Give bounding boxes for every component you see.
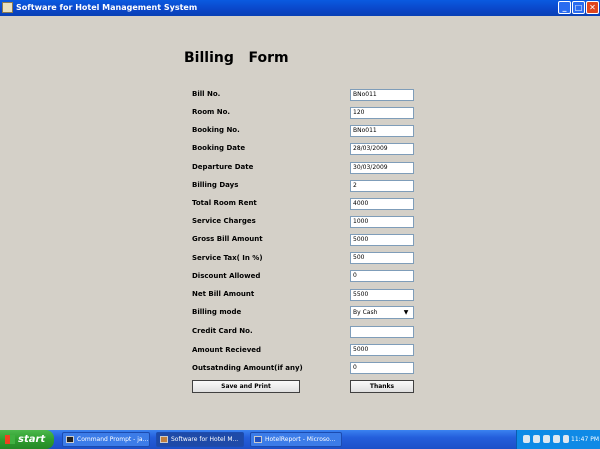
booking-no-label: Booking No. <box>192 126 240 134</box>
room-no-label: Room No. <box>192 108 231 116</box>
discount-allowed-label: Discount Allowed <box>192 272 261 280</box>
tray-icon[interactable] <box>553 435 560 443</box>
discount-allowed-field[interactable]: 0 <box>350 270 414 282</box>
booking-date-label: Booking Date <box>192 144 246 152</box>
form-title: Billing Form <box>184 50 289 66</box>
booking-no-field[interactable]: BNo011 <box>350 125 414 137</box>
taskbar-item-hotel-report[interactable]: HotelReport - Microso... <box>250 432 342 447</box>
java-app-icon <box>160 436 168 443</box>
departure-date-label: Departure Date <box>192 163 254 171</box>
taskbar: start Command Prompt - ja... Software fo… <box>0 430 600 449</box>
command-prompt-icon <box>66 436 74 443</box>
taskbar-item-command-prompt[interactable]: Command Prompt - ja... <box>62 432 150 447</box>
service-tax-field[interactable]: 500 <box>350 252 414 264</box>
taskbar-item-label: HotelReport - Microso... <box>265 436 336 443</box>
dropdown-arrow-icon[interactable]: ▼ <box>400 308 412 317</box>
start-label: start <box>18 434 46 445</box>
start-button[interactable]: start <box>0 430 54 449</box>
amount-received-field[interactable]: 5000 <box>350 344 414 356</box>
word-document-icon <box>254 436 262 443</box>
room-no-field[interactable]: 120 <box>350 107 414 119</box>
billing-days-field[interactable]: 2 <box>350 180 414 192</box>
booking-date-field[interactable]: 28/03/2009 <box>350 143 414 155</box>
bill-no-field[interactable]: BNo011 <box>350 89 414 101</box>
taskbar-item-hotel-software[interactable]: Software for Hotel M... <box>156 432 244 447</box>
billing-form-panel: Billing Form Bill No. BNo011 Room No. 12… <box>0 16 600 430</box>
thanks-button[interactable]: Thanks <box>350 380 414 393</box>
title-bar[interactable]: Software for Hotel Management System _ □… <box>0 0 600 16</box>
net-bill-amount-label: Net Bill Amount <box>192 290 255 298</box>
credit-card-no-field[interactable] <box>350 326 414 338</box>
gross-bill-amount-label: Gross Bill Amount <box>192 235 263 243</box>
billing-mode-label: Billing mode <box>192 308 242 316</box>
window-title: Software for Hotel Management System <box>16 3 198 12</box>
billing-days-label: Billing Days <box>192 181 239 189</box>
total-room-rent-label: Total Room Rent <box>192 199 257 207</box>
close-button[interactable]: ✕ <box>586 1 599 14</box>
tray-icon[interactable] <box>543 435 550 443</box>
gross-bill-amount-field[interactable]: 5000 <box>350 234 414 246</box>
net-bill-amount-field[interactable]: 5500 <box>350 289 414 301</box>
clock[interactable]: 11:47 PM <box>571 430 599 449</box>
total-room-rent-field[interactable]: 4000 <box>350 198 414 210</box>
amount-received-label: Amount Recieved <box>192 346 262 354</box>
maximize-button[interactable]: □ <box>572 1 585 14</box>
credit-card-no-label: Credit Card No. <box>192 327 253 335</box>
outstanding-amount-field[interactable]: 0 <box>350 362 414 374</box>
billing-mode-select[interactable]: By Cash ▼ <box>350 306 414 319</box>
tray-icon[interactable] <box>563 435 569 443</box>
taskbar-item-label: Software for Hotel M... <box>171 436 239 443</box>
departure-date-field[interactable]: 30/03/2009 <box>350 162 414 174</box>
outstanding-amount-label: Outsatnding Amount(if any) <box>192 364 303 372</box>
service-charges-field[interactable]: 1000 <box>350 216 414 228</box>
app-icon[interactable] <box>2 2 13 13</box>
service-tax-label: Service Tax( In %) <box>192 254 263 262</box>
system-tray: 11:47 PM <box>516 430 600 449</box>
service-charges-label: Service Charges <box>192 217 256 225</box>
minimize-button[interactable]: _ <box>558 1 571 14</box>
save-and-print-button[interactable]: Save and Print <box>192 380 300 393</box>
bill-no-label: Bill No. <box>192 90 221 98</box>
windows-flag-icon <box>5 435 15 444</box>
taskbar-item-label: Command Prompt - ja... <box>77 436 149 443</box>
tray-icon[interactable] <box>533 435 540 443</box>
tray-icon[interactable] <box>523 435 530 443</box>
billing-mode-value: By Cash <box>353 309 378 316</box>
